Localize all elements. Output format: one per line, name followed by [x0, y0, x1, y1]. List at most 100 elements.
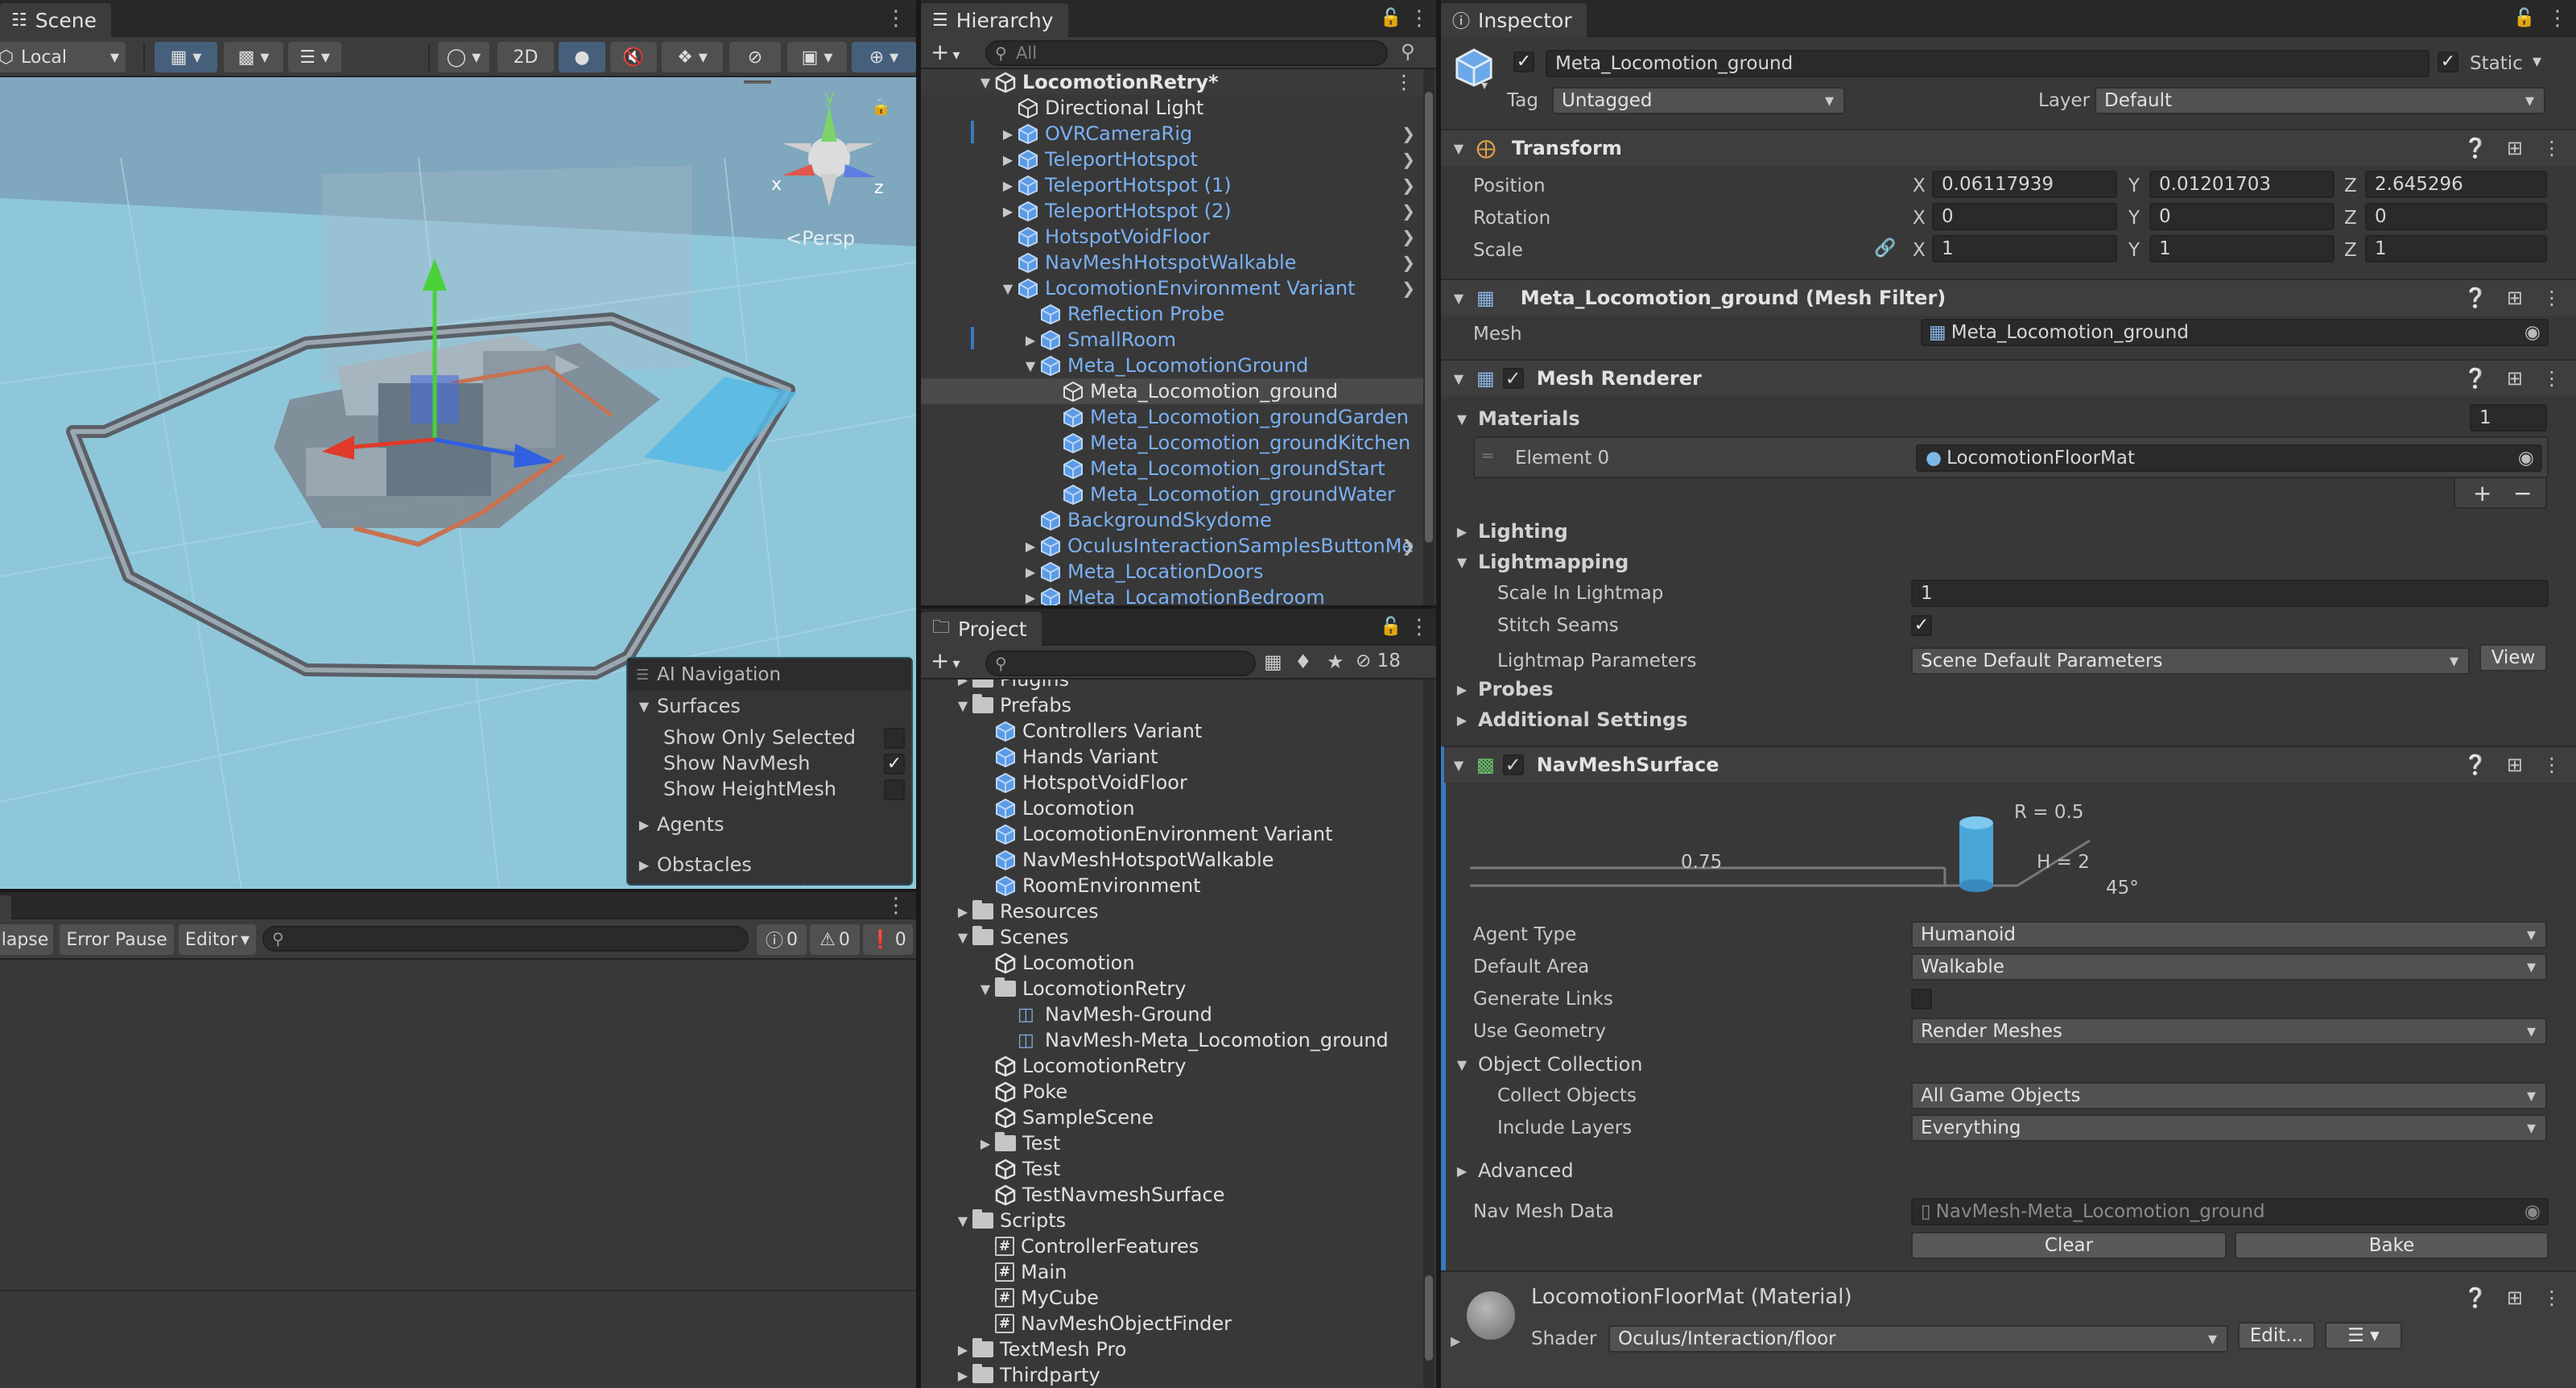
expand-right-icon[interactable]: ▶ — [1021, 564, 1040, 580]
rotation-x-input[interactable]: 0 — [1932, 203, 2117, 230]
expand-down-icon[interactable]: ▼ — [976, 981, 995, 997]
project-item[interactable]: LocomotionEnvironment Variant — [921, 821, 1425, 847]
expand-right-icon[interactable]: ▶ — [953, 680, 972, 688]
project-item[interactable]: ▶ Thirdparty — [921, 1362, 1425, 1388]
expand-right-icon[interactable]: ▶ — [1021, 539, 1040, 554]
hierarchy-item[interactable]: Meta_Locomotion_ground — [921, 378, 1425, 404]
tab-inspector[interactable]: ⓘ Inspector — [1441, 3, 1587, 37]
remove-element-icon[interactable]: − — [2513, 480, 2532, 506]
ai-nav-surfaces-row[interactable]: ▼ Surfaces — [628, 692, 911, 720]
project-item[interactable]: ▶ Resources — [921, 898, 1425, 924]
prefab-chevron-icon[interactable]: ❯ — [1402, 176, 1415, 195]
expand-down-icon[interactable]: ▼ — [953, 698, 972, 713]
include-layers-dropdown[interactable]: Everything — [1911, 1114, 2547, 1142]
pivot-mode-dropdown[interactable]: ⬡ Local ▾ — [0, 42, 126, 72]
gizmos-button[interactable]: ⊕ ▾ — [852, 42, 916, 72]
layer-dropdown[interactable]: Default — [2095, 87, 2545, 114]
show-navmesh-checkbox[interactable]: ✓ — [884, 754, 905, 775]
hierarchy-item[interactable]: Meta_Locomotion_groundStart — [921, 456, 1425, 481]
tab-scene[interactable]: ☷ Scene — [0, 3, 111, 37]
collect-objects-dropdown[interactable]: All Game Objects — [1911, 1082, 2547, 1109]
favorites-icon[interactable]: ★ — [1327, 651, 1344, 673]
expand-down-icon[interactable]: ▼ — [953, 1213, 972, 1229]
audio-toggle-icon[interactable]: 🔇 — [610, 42, 657, 72]
persp-label[interactable]: <Persp — [786, 227, 855, 250]
component-menu-icon[interactable]: ⋮ — [2542, 754, 2562, 776]
hierarchy-item[interactable]: BackgroundSkydome — [921, 507, 1425, 533]
hierarchy-lock-icon[interactable]: 🔓 — [1380, 8, 1402, 28]
inspector-lock-icon[interactable]: 🔓 — [2513, 8, 2535, 28]
project-item[interactable]: HotspotVoidFloor — [921, 770, 1425, 795]
lightmap-params-dropdown[interactable]: Scene Default Parameters — [1911, 647, 2470, 675]
prefab-chevron-icon[interactable]: ❯ — [1402, 536, 1415, 556]
grid-visibility-button[interactable]: ▩ ▾ — [224, 42, 283, 72]
hierarchy-item[interactable]: ▼ LocomotionEnvironment Variant ❯ — [921, 275, 1425, 301]
project-item[interactable]: Locomotion — [921, 795, 1425, 821]
hierarchy-item[interactable]: ▶ TeleportHotspot (2) ❯ — [921, 198, 1425, 224]
presets-icon[interactable]: ⊞ — [2507, 1287, 2523, 1309]
show-only-selected-checkbox[interactable] — [884, 728, 905, 749]
prefab-chevron-icon[interactable]: ❯ — [1402, 279, 1415, 298]
hierarchy-item[interactable]: Meta_Locomotion_groundGarden — [921, 404, 1425, 430]
tab-hierarchy[interactable]: ☰ Hierarchy — [921, 3, 1068, 37]
lighting-foldout[interactable]: ▶ Lighting — [1441, 518, 2576, 544]
shader-dropdown[interactable]: Oculus/Interaction/floor — [1608, 1325, 2228, 1353]
warning-count-button[interactable]: ⚠ 0 — [810, 924, 860, 955]
nav-mesh-data-field[interactable]: ▯ NavMesh-Meta_Locomotion_ground ◉ — [1911, 1198, 2549, 1225]
expand-right-icon[interactable]: ▶ — [998, 126, 1018, 142]
hierarchy-item[interactable]: Directional Light — [921, 95, 1425, 121]
hierarchy-root-row[interactable]: ▼ LocomotionRetry* ⋮ — [921, 69, 1425, 95]
help-icon[interactable]: ❔ — [2463, 367, 2487, 390]
log-count-button[interactable]: ⓘ 0 — [757, 924, 807, 955]
help-icon[interactable]: ❔ — [2463, 137, 2487, 159]
expand-right-icon[interactable]: ▶ — [953, 1342, 972, 1357]
hierarchy-item[interactable]: ▶ SmallRoom — [921, 327, 1425, 353]
expand-right-icon[interactable]: ▶ — [953, 1368, 972, 1383]
error-pause-button[interactable]: Error Pause — [60, 924, 174, 955]
project-item[interactable]: ▼ LocomotionRetry — [921, 976, 1425, 1002]
scale-x-input[interactable]: 1 — [1932, 235, 2117, 262]
help-icon[interactable]: ❔ — [2463, 287, 2487, 309]
hierarchy-menu-icon[interactable]: ⋮ — [1409, 6, 1430, 31]
project-item[interactable]: ▶ Test — [921, 1130, 1425, 1156]
project-item[interactable]: ▼ Prefabs — [921, 692, 1425, 718]
project-item[interactable]: Locomotion — [921, 950, 1425, 976]
mesh-filter-header[interactable]: ▼ ▦ Meta_Locomotion_ground (Mesh Filter)… — [1441, 279, 2576, 316]
lock-icon[interactable]: 🔒 — [871, 97, 891, 116]
mesh-object-field[interactable]: ▦ Meta_Locomotion_ground ◉ — [1921, 319, 2549, 346]
generate-links-checkbox[interactable] — [1911, 989, 1932, 1010]
position-x-input[interactable]: 0.06117939 — [1932, 171, 2117, 198]
hierarchy-item[interactable]: ▼ Meta_LocomotionGround — [921, 353, 1425, 378]
hierarchy-item[interactable]: NavMeshHotspotWalkable ❯ — [921, 250, 1425, 275]
camera-settings-icon[interactable]: ▣ ▾ — [787, 42, 847, 72]
project-item[interactable]: Poke — [921, 1079, 1425, 1105]
error-count-button[interactable]: ❗ 0 — [863, 924, 913, 955]
materials-count-input[interactable]: 1 — [2470, 404, 2547, 432]
clear-button[interactable]: Clear — [1911, 1232, 2227, 1259]
expand-down-icon[interactable]: ▼ — [953, 930, 972, 945]
view-button[interactable]: View — [2479, 644, 2547, 671]
hierarchy-item[interactable]: Reflection Probe — [921, 301, 1425, 327]
scene-menu-icon[interactable]: ⋮ — [886, 6, 906, 31]
expand-right-icon[interactable]: ▶ — [1451, 1333, 1460, 1349]
presets-icon[interactable]: ⊞ — [2507, 754, 2523, 776]
object-picker-icon[interactable]: ◉ — [2518, 448, 2534, 469]
project-item[interactable]: ▶ Plugins — [921, 680, 1425, 692]
probes-foldout[interactable]: ▶ Probes — [1441, 676, 2576, 702]
presets-icon[interactable]: ⊞ — [2507, 137, 2523, 159]
project-item[interactable]: # NavMeshObjectFinder — [921, 1311, 1425, 1336]
shader-options-dropdown[interactable]: ☰ ▾ — [2325, 1322, 2402, 1349]
chevron-down-icon[interactable]: ▾ — [1481, 77, 1488, 93]
use-geometry-dropdown[interactable]: Render Meshes — [1911, 1018, 2547, 1045]
tag-dropdown[interactable]: Untagged — [1552, 87, 1845, 114]
rotation-y-input[interactable]: 0 — [2149, 203, 2334, 230]
project-item[interactable]: ▼ Scenes — [921, 924, 1425, 950]
console-search-input[interactable]: ⚲ — [262, 926, 749, 952]
ai-nav-obstacles-row[interactable]: ▶ Obstacles — [628, 852, 911, 878]
lightmapping-foldout[interactable]: ▼ Lightmapping — [1441, 549, 2576, 575]
presets-icon[interactable]: ⊞ — [2507, 367, 2523, 390]
hierarchy-item[interactable]: Meta_Locomotion_groundWater — [921, 481, 1425, 507]
transform-header[interactable]: ▼ ⨁ Transform ❔ ⊞ ⋮ — [1441, 129, 2576, 166]
project-scrollbar[interactable] — [1423, 680, 1435, 1388]
agent-type-dropdown[interactable]: Humanoid — [1911, 921, 2547, 948]
